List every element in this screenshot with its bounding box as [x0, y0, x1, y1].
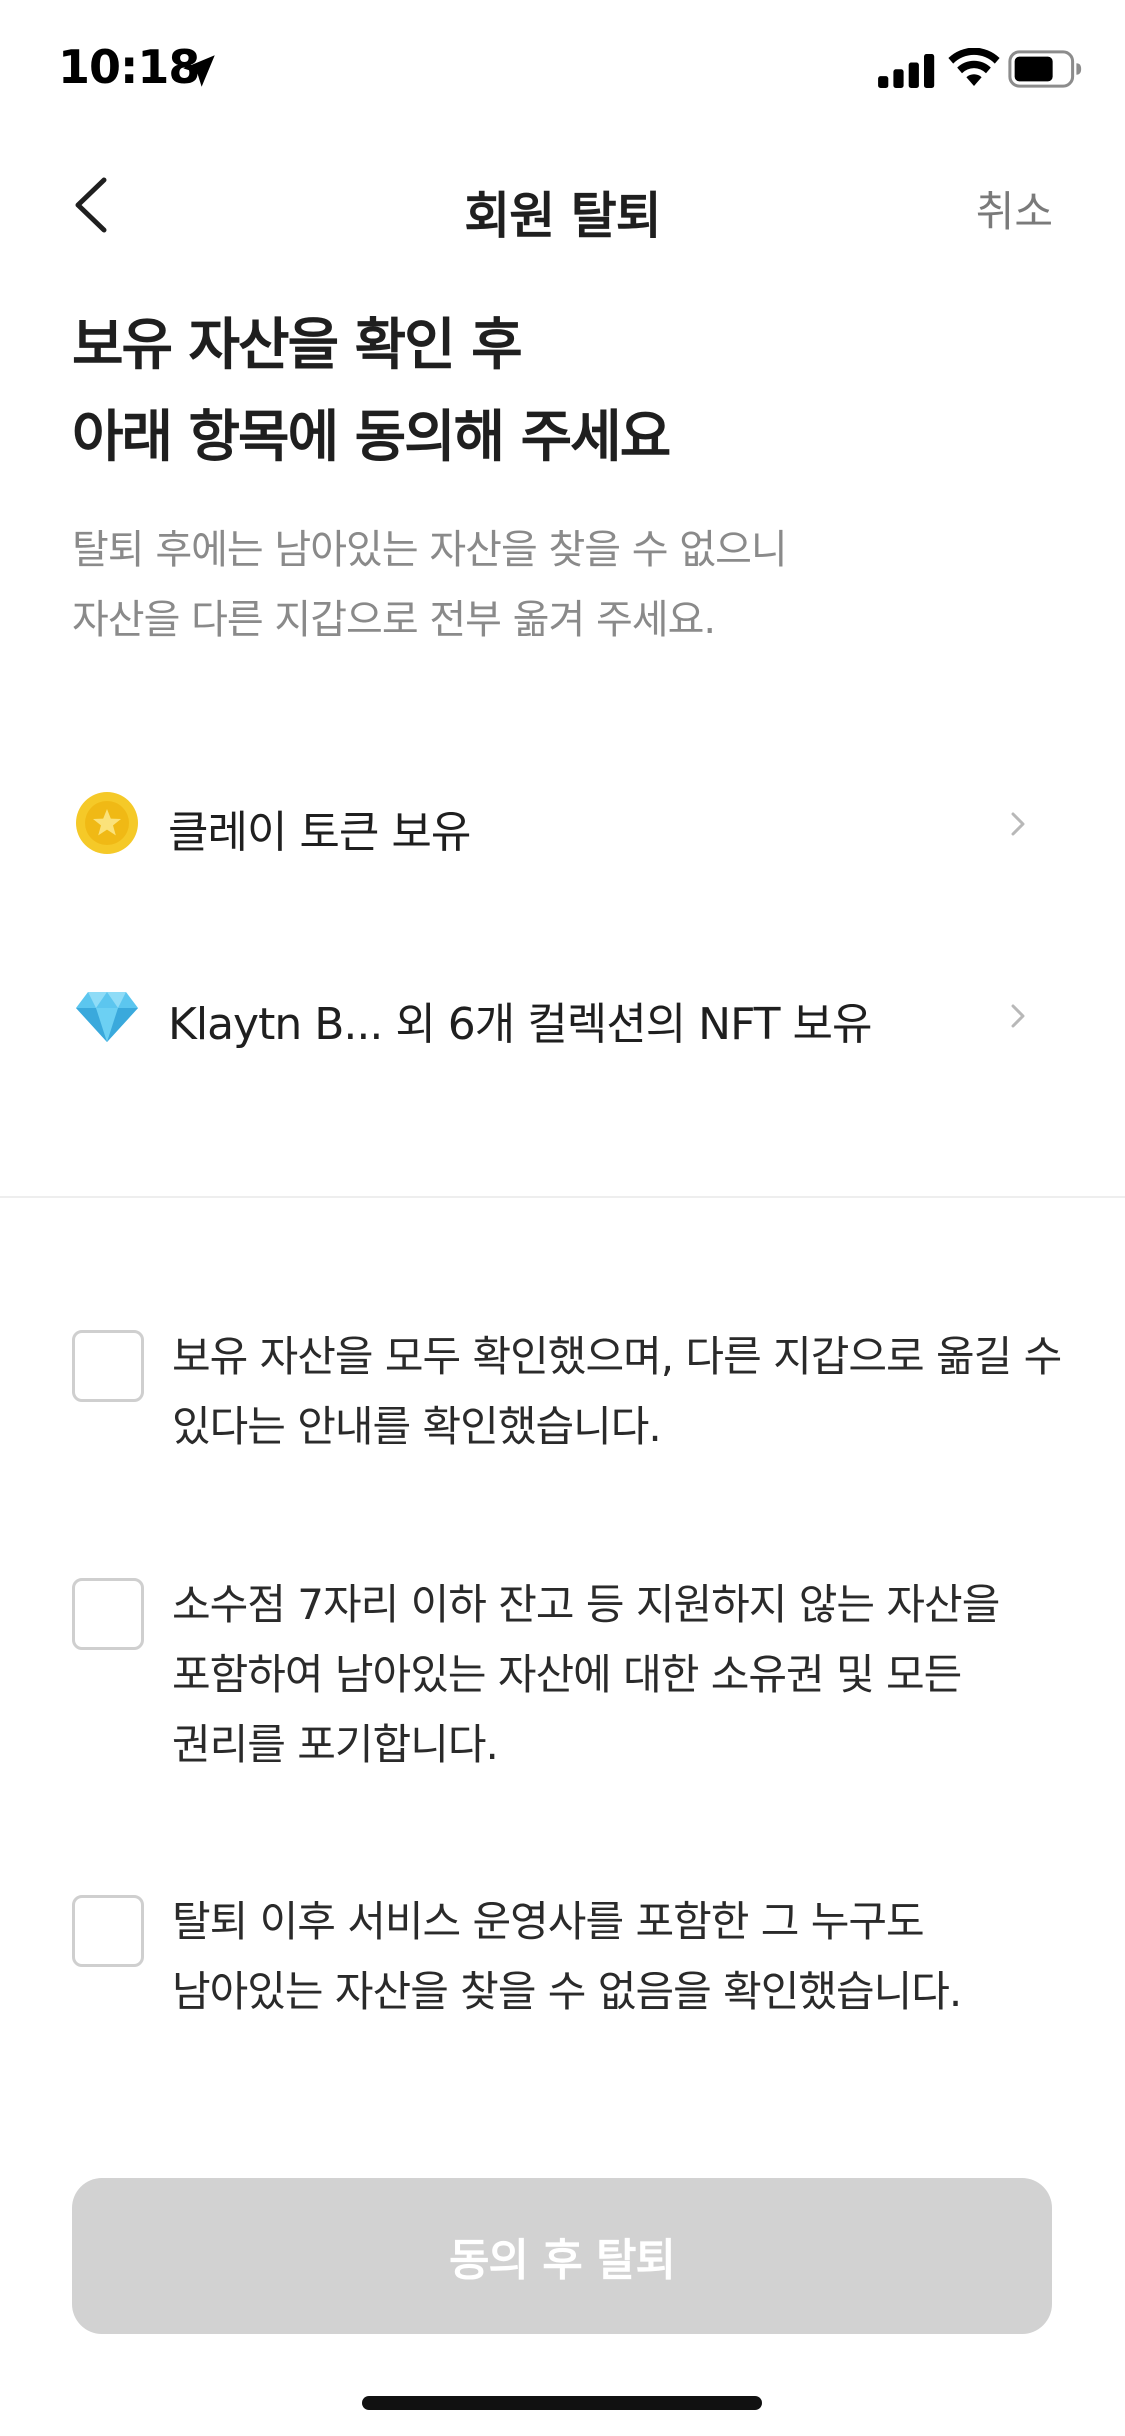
consent-line: 남아있는 자산을 찾을 수 없음을 확인했습니다.: [172, 1967, 962, 2016]
consent-text[interactable]: 보유 자산을 모두 확인했으며, 다른 지갑으로 옮길 수 있다는 안내를 확인…: [172, 1322, 1072, 1462]
consent-line: 권리를 포기합니다.: [172, 1720, 499, 1769]
wifi-icon: [948, 48, 1000, 86]
cancel-button[interactable]: 취소: [976, 178, 1053, 239]
consent-checkbox[interactable]: [72, 1578, 144, 1650]
heading-line: 아래 항목에 동의해 주세요: [72, 405, 671, 470]
consent-line: 소수점 7자리 이하 잔고 등 지원하지 않는 자산을: [172, 1580, 1000, 1629]
description-line: 자산을 다른 지갑으로 전부 옮겨 주세요.: [72, 597, 716, 643]
consent-line: 포함하여 남아있는 자산에 대한 소유권 및 모든: [172, 1650, 962, 1699]
consent-line: 보유 자산을 모두 확인했으며, 다른 지갑으로 옮길 수: [172, 1332, 1062, 1381]
heading-line: 보유 자산을 확인 후: [72, 313, 523, 378]
section-divider: [0, 1196, 1125, 1198]
description: 탈퇴 후에는 남아있는 자산을 찾을 수 없으니 자산을 다른 지갑으로 전부 …: [72, 515, 1052, 655]
nav-bar: 회원 탈퇴 취소: [0, 140, 1125, 270]
home-indicator: [362, 2396, 762, 2410]
consent-line: 탈퇴 이후 서비스 운영사를 포함한 그 누구도: [172, 1897, 925, 1946]
page-title: 회원 탈퇴: [464, 187, 661, 245]
chevron-right-icon: [1011, 812, 1025, 836]
asset-row-klay-token[interactable]: 클레이 토큰 보유: [0, 758, 1125, 888]
withdrawal-screen: 10:18 회원 탈퇴 취소 보유 자산을 확인 후 아래 항목에 동의해 주세…: [0, 0, 1125, 2436]
asset-label: 클레이 토큰 보유: [168, 807, 471, 858]
description-line: 탈퇴 후에는 남아있는 자산을 찾을 수 없으니: [72, 527, 788, 573]
asset-row-nft[interactable]: Klaytn B... 외 6개 컬렉션의 NFT 보유: [0, 950, 1125, 1080]
heading: 보유 자산을 확인 후 아래 항목에 동의해 주세요: [72, 300, 1052, 484]
diamond-icon: [76, 992, 138, 1042]
consent-checkbox[interactable]: [72, 1895, 144, 1967]
agree-and-withdraw-button[interactable]: 동의 후 탈퇴: [72, 2178, 1052, 2334]
battery-icon: [1008, 50, 1082, 88]
asset-label: Klaytn B... 외 6개 컬렉션의 NFT 보유: [168, 999, 872, 1050]
consent-text[interactable]: 소수점 7자리 이하 잔고 등 지원하지 않는 자산을 포함하여 남아있는 자산…: [172, 1570, 1072, 1780]
consent-line: 있다는 안내를 확인했습니다.: [172, 1402, 662, 1451]
consent-checkbox[interactable]: [72, 1330, 144, 1402]
cellular-signal-icon: [878, 54, 935, 88]
coin-icon: [76, 792, 138, 854]
status-bar: 10:18: [0, 0, 1125, 140]
consent-text[interactable]: 탈퇴 이후 서비스 운영사를 포함한 그 누구도 남아있는 자산을 찾을 수 없…: [172, 1887, 1072, 2027]
location-arrow-icon: [183, 55, 215, 87]
chevron-right-icon: [1011, 1004, 1025, 1028]
